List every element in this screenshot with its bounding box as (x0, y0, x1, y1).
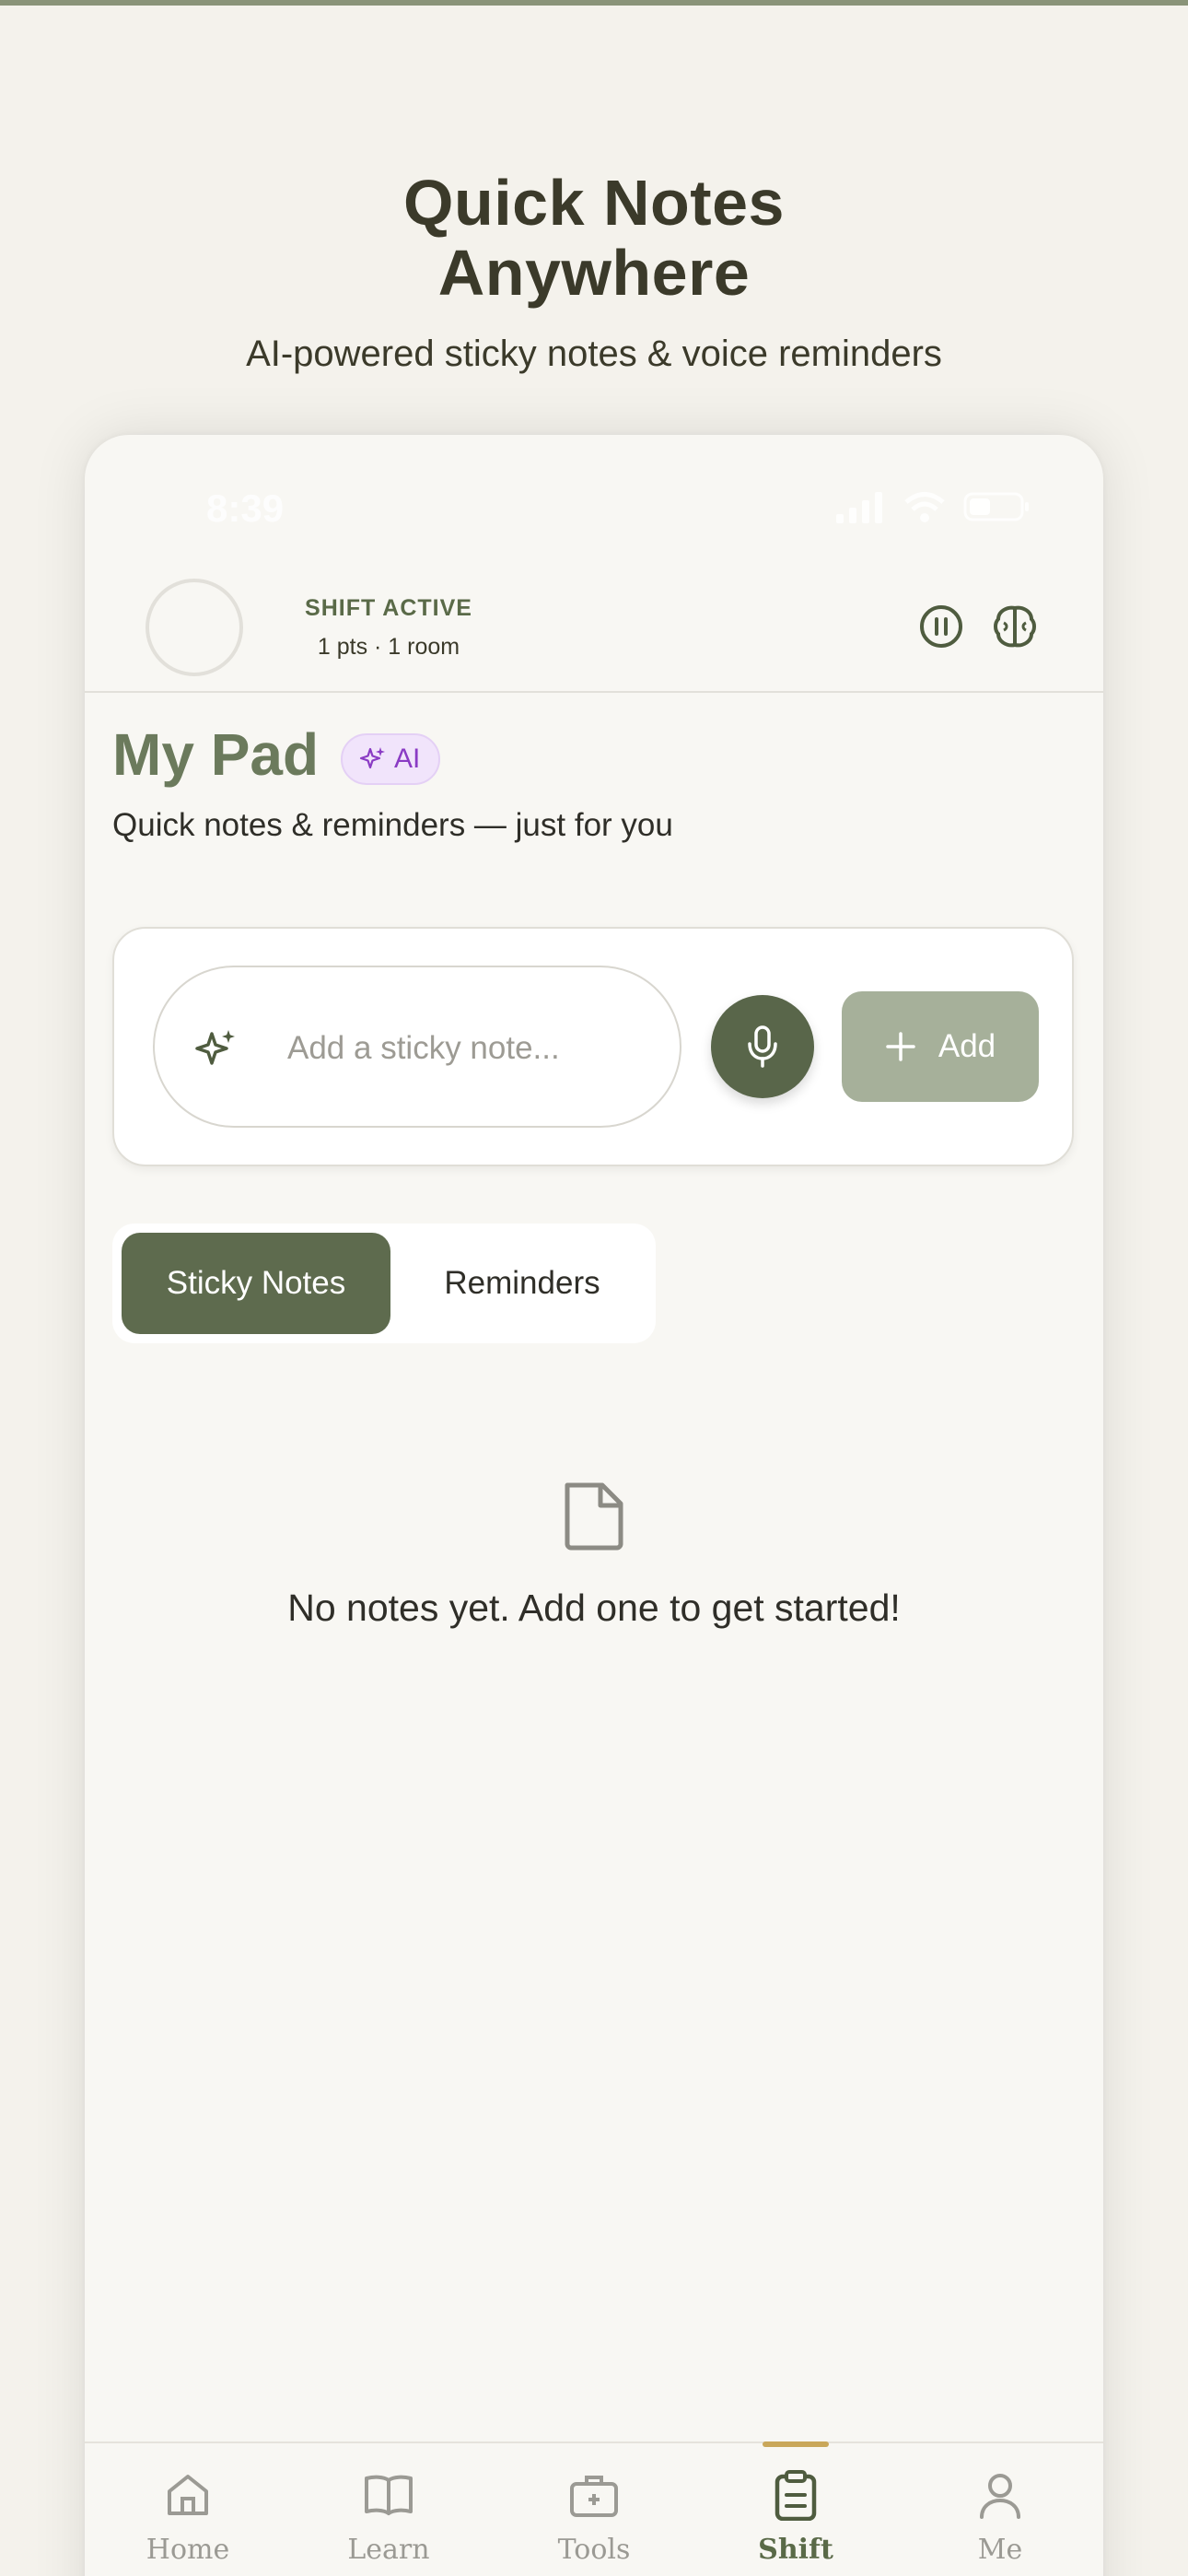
note-tabs: Sticky Notes Reminders (112, 1224, 656, 1343)
clipboard-icon (775, 2470, 817, 2521)
brain-icon[interactable] (991, 603, 1039, 650)
pause-icon[interactable] (917, 603, 965, 650)
hero-title: Quick Notes Anywhere (0, 168, 1188, 308)
document-icon (565, 1482, 623, 1551)
status-time: 8:39 (206, 486, 285, 530)
nav-label-me: Me (977, 2534, 1023, 2566)
note-composer: Add (112, 927, 1074, 1166)
nav-item-shift[interactable]: Shift (713, 2462, 879, 2576)
nav-item-learn[interactable]: Learn (306, 2462, 472, 2576)
hero-title-line2: Anywhere (437, 237, 751, 309)
page-title: My Pad (112, 721, 320, 788)
hero-subtitle: AI-powered sticky notes & voice reminder… (246, 334, 942, 374)
book-icon (365, 2475, 413, 2515)
hero-title-line1: Quick Notes (403, 167, 785, 239)
toolbox-icon (570, 2476, 618, 2517)
microphone-icon (748, 1025, 777, 1068)
nav-label-shift: Shift (758, 2534, 833, 2566)
tab-reminders[interactable]: Reminders (398, 1233, 646, 1334)
status-bar: 8:39 (85, 483, 1103, 538)
sparkles-icon (359, 747, 385, 769)
shift-status: SHIFT ACTIVE (305, 595, 472, 621)
plus-icon (886, 1032, 915, 1061)
nav-item-tools[interactable]: Tools (511, 2462, 677, 2576)
ai-badge-label: AI (394, 744, 421, 774)
avatar[interactable] (146, 579, 243, 676)
active-tab-indicator (763, 2441, 829, 2447)
sparkles-icon[interactable] (192, 1025, 239, 1072)
wifi-icon (904, 492, 945, 522)
nav-label-learn: Learn (347, 2534, 430, 2566)
ai-badge: AI (341, 733, 441, 785)
top-accent-line (0, 0, 1188, 6)
nav-item-me[interactable]: Me (917, 2462, 1083, 2576)
signal-icon (836, 492, 882, 523)
note-input-container[interactable] (153, 966, 681, 1128)
tab-sticky-notes[interactable]: Sticky Notes (122, 1233, 390, 1334)
home-icon (168, 2475, 208, 2515)
bottom-nav: Home Learn Tools Shift Me (85, 2441, 1103, 2576)
nav-item-home[interactable]: Home (105, 2462, 271, 2576)
battery-icon (963, 492, 1029, 521)
nav-label-tools: Tools (557, 2534, 631, 2566)
empty-state-message: No notes yet. Add one to get started! (287, 1587, 901, 1629)
user-icon (980, 2474, 1020, 2519)
shift-meta: 1 pts · 1 room (317, 634, 460, 660)
add-note-label: Add (938, 1028, 996, 1064)
shift-header: SHIFT ACTIVE 1 pts · 1 room (85, 564, 1103, 693)
status-icons (834, 490, 1031, 523)
add-note-button[interactable]: Add (842, 991, 1039, 1102)
note-input[interactable] (287, 1013, 656, 1083)
voice-record-button[interactable] (711, 995, 814, 1098)
nav-label-home: Home (146, 2534, 230, 2566)
phone-frame: 8:39 SHIFT ACTIVE 1 pts · 1 room My Pad … (85, 435, 1103, 2576)
page-subtitle: Quick notes & reminders — just for you (112, 807, 673, 843)
